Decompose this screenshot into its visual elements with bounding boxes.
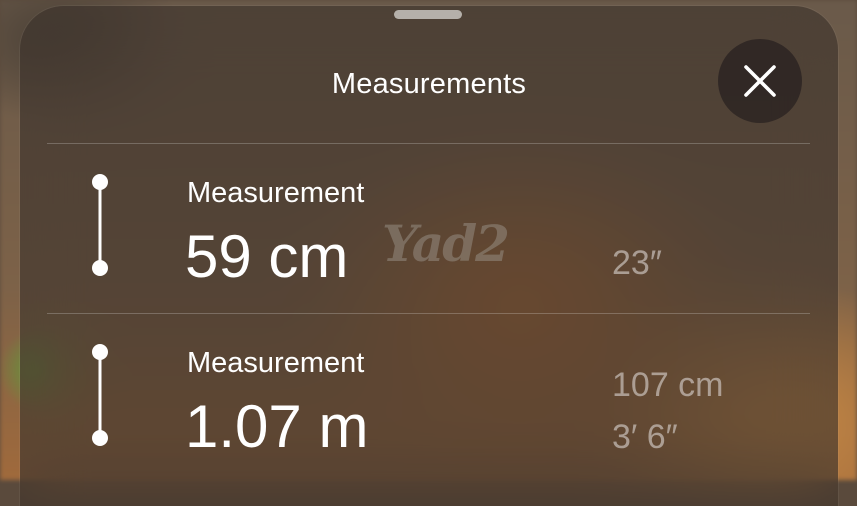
measurement-row[interactable]: Measurement 1.07 m 107 cm 3′ 6″ [20, 314, 838, 479]
measure-line-icon [92, 174, 108, 276]
watermark: Yad2 [382, 214, 510, 273]
sheet-grabber[interactable] [394, 10, 462, 19]
measurement-value: 1.07 m [185, 393, 369, 460]
measurement-alt-value: 107 cm [612, 366, 724, 404]
measure-line-icon [92, 344, 108, 446]
measurement-value: 59 cm [185, 223, 349, 290]
close-icon [744, 65, 776, 97]
close-button[interactable] [718, 39, 802, 123]
measurement-label: Measurement [187, 347, 365, 379]
measurement-alt-value: 23″ [612, 244, 662, 282]
measurement-alt-value: 3′ 6″ [612, 418, 678, 456]
measurement-label: Measurement [187, 177, 365, 209]
sheet-title: Measurements [331, 68, 527, 100]
